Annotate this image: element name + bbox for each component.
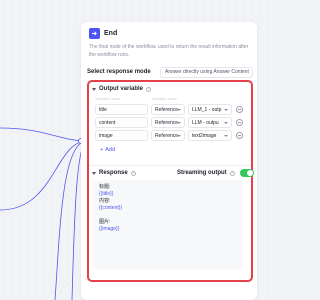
remove-row-icon[interactable] bbox=[236, 132, 243, 139]
node-header: End bbox=[89, 27, 117, 39]
output-variable-header[interactable]: Output variable ? bbox=[92, 86, 152, 92]
variable-name-input[interactable]: content bbox=[95, 117, 148, 128]
section-divider bbox=[89, 165, 251, 166]
remove-row-icon[interactable] bbox=[236, 106, 243, 113]
variable-value-label: text2image bbox=[192, 132, 217, 139]
variable-value-label: LLM - outpu bbox=[192, 119, 219, 126]
variable-value-select[interactable]: LLM - outpu bbox=[188, 117, 232, 128]
caret-icon bbox=[224, 122, 228, 124]
caret-icon bbox=[177, 122, 181, 124]
reference-type-select[interactable]: Reference bbox=[151, 104, 185, 115]
variable-row: title Reference LLM_1 - outp bbox=[95, 104, 243, 115]
caret-icon bbox=[177, 135, 181, 137]
col-variable-value: Variable value bbox=[152, 96, 178, 101]
reference-type-select[interactable]: Reference bbox=[151, 117, 185, 128]
template-variable: {{image}} bbox=[99, 226, 120, 232]
col-variable-name: Variable name bbox=[95, 96, 121, 101]
reference-type-label: Reference bbox=[155, 106, 179, 113]
end-node-icon bbox=[89, 27, 100, 39]
streaming-output-toggle[interactable] bbox=[239, 169, 254, 177]
remove-row-icon[interactable] bbox=[236, 119, 243, 126]
chevron-down-icon[interactable] bbox=[92, 87, 96, 91]
response-title: Response bbox=[99, 170, 128, 176]
plus-icon: + bbox=[100, 147, 104, 153]
template-label: 图片: bbox=[99, 219, 111, 225]
caret-icon bbox=[177, 109, 181, 111]
help-icon[interactable]: ? bbox=[130, 170, 136, 176]
variable-name-input[interactable]: title bbox=[95, 104, 148, 115]
node-title: End bbox=[104, 29, 118, 37]
variable-name-input[interactable]: image bbox=[95, 130, 148, 141]
caret-icon bbox=[224, 135, 228, 137]
variable-value-select[interactable]: text2image bbox=[188, 130, 232, 141]
variable-row: content Reference LLM - outpu bbox=[95, 117, 243, 128]
reference-type-label: Reference bbox=[155, 132, 179, 139]
variable-row: image Reference text2image bbox=[95, 130, 243, 141]
help-icon[interactable]: ? bbox=[229, 170, 235, 176]
streaming-output-label: Streaming output bbox=[177, 170, 227, 176]
variable-value-select[interactable]: LLM_1 - outp bbox=[188, 104, 232, 115]
streaming-output: Streaming output ? bbox=[177, 169, 254, 177]
response-header[interactable]: Response ? bbox=[92, 170, 136, 176]
variable-value-label: LLM_1 - outp bbox=[192, 106, 222, 113]
add-variable-label: Add bbox=[105, 147, 116, 153]
template-variable: {{title}} bbox=[99, 191, 114, 197]
template-variable: {{content}} bbox=[99, 205, 123, 211]
template-label: 内容: bbox=[99, 198, 111, 204]
add-variable-button[interactable]: + Add bbox=[100, 147, 115, 153]
reference-type-select[interactable]: Reference bbox=[151, 130, 185, 141]
help-icon[interactable]: ? bbox=[146, 86, 152, 92]
response-mode-row: Select response mode Answer directly usi… bbox=[87, 66, 253, 78]
response-mode-label: Select response mode bbox=[87, 69, 151, 75]
node-description: The final node of the workflow, used to … bbox=[89, 44, 249, 58]
response-template-editor[interactable]: 标题: {{title}} 内容: {{content}} 图片: {{imag… bbox=[93, 180, 243, 269]
caret-icon bbox=[224, 109, 228, 111]
reference-type-label: Reference bbox=[155, 119, 179, 126]
edge-1 bbox=[0, 127, 88, 142]
output-variable-title: Output variable bbox=[99, 86, 144, 92]
chevron-down-icon[interactable] bbox=[92, 171, 96, 175]
template-label: 标题: bbox=[99, 184, 111, 190]
response-mode-select[interactable]: Answer directly using Answer Content bbox=[160, 66, 253, 78]
